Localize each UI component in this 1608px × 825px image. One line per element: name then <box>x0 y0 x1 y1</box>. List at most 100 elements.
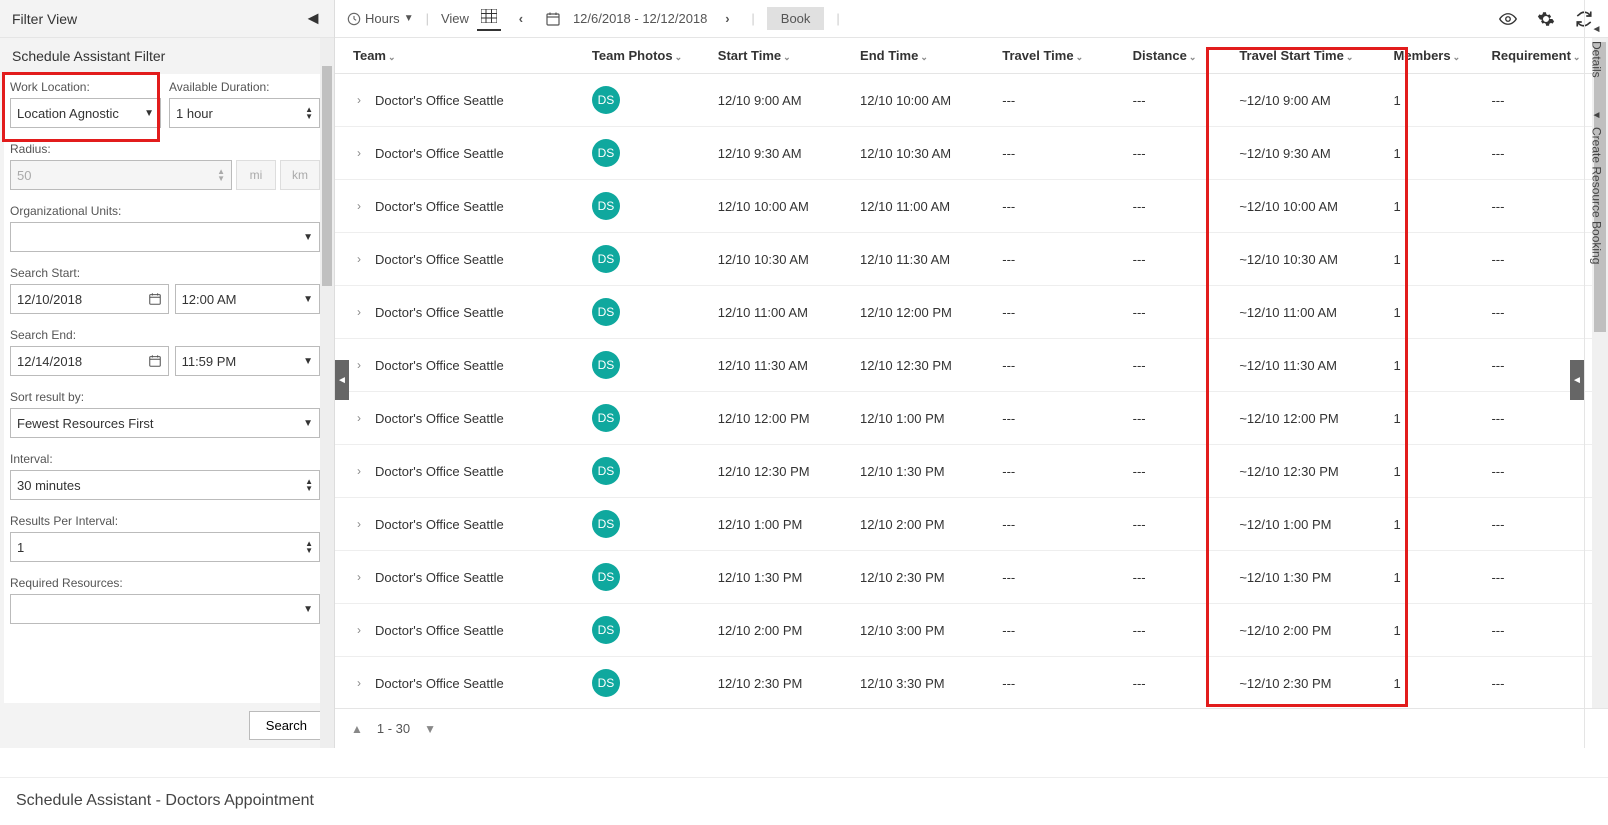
travel-time: --- <box>994 339 1124 392</box>
grid-view-icon[interactable] <box>477 7 501 31</box>
available-duration-value: 1 hour <box>176 106 213 121</box>
stepper-icon: ▲▼ <box>217 168 225 182</box>
search-end-time-select[interactable]: 11:59 PM ▼ <box>175 346 320 376</box>
expand-icon[interactable]: › <box>353 305 365 319</box>
start-time: 12/10 2:30 PM <box>710 657 852 709</box>
scrollbar-thumb[interactable] <box>322 66 332 286</box>
gear-icon[interactable] <box>1534 7 1558 31</box>
interval-label: Interval: <box>10 452 320 466</box>
details-tab[interactable]: ◄ Details <box>1585 0 1608 86</box>
start-time: 12/10 9:00 AM <box>710 74 852 127</box>
next-button[interactable]: › <box>715 7 739 31</box>
col-end[interactable]: End Time⌄ <box>852 38 994 74</box>
col-travel[interactable]: Travel Time⌄ <box>994 38 1124 74</box>
collapse-filter-tab[interactable]: ◄ <box>335 360 349 400</box>
avatar: DS <box>592 563 620 591</box>
prev-button[interactable]: ‹ <box>509 7 533 31</box>
eye-icon[interactable] <box>1496 7 1520 31</box>
create-booking-tab[interactable]: ◄ Create Resource Booking <box>1585 86 1608 272</box>
expand-icon[interactable]: › <box>353 146 365 160</box>
expand-icon[interactable]: › <box>353 676 365 690</box>
table-row[interactable]: ›Doctor's Office Seattle DS 12/10 1:30 P… <box>335 551 1608 604</box>
expand-icon[interactable]: › <box>353 517 365 531</box>
pager-up-icon[interactable]: ▲ <box>351 722 363 736</box>
expand-icon[interactable]: › <box>353 411 365 425</box>
search-start-date-input[interactable]: 12/10/2018 <box>10 284 169 314</box>
table-row[interactable]: ›Doctor's Office Seattle DS 12/10 11:30 … <box>335 339 1608 392</box>
radius-label: Radius: <box>10 142 320 156</box>
calendar-icon <box>148 354 162 368</box>
col-travel-start[interactable]: Travel Start Time⌄ <box>1231 38 1385 74</box>
chevron-down-icon: ▼ <box>303 232 313 243</box>
travel-start-time: ~12/10 12:30 PM <box>1231 445 1385 498</box>
calendar-icon[interactable] <box>541 7 565 31</box>
expand-icon[interactable]: › <box>353 358 365 372</box>
start-time: 12/10 2:00 PM <box>710 604 852 657</box>
distance: --- <box>1125 233 1232 286</box>
sort-by-select[interactable]: Fewest Resources First ▼ <box>10 408 320 438</box>
collapse-left-icon[interactable]: ◄ <box>304 8 322 29</box>
interval-input[interactable]: 30 minutes ▲▼ <box>10 470 320 500</box>
table-row[interactable]: ›Doctor's Office Seattle DS 12/10 11:00 … <box>335 286 1608 339</box>
separator: | <box>832 11 843 26</box>
right-tabs: ◄ Details ◄ Create Resource Booking <box>1584 0 1608 748</box>
end-time: 12/10 3:00 PM <box>852 604 994 657</box>
table-row[interactable]: ›Doctor's Office Seattle DS 12/10 12:30 … <box>335 445 1608 498</box>
expand-icon[interactable]: › <box>353 623 365 637</box>
expand-icon[interactable]: › <box>353 570 365 584</box>
travel-time: --- <box>994 551 1124 604</box>
start-time: 12/10 11:00 AM <box>710 286 852 339</box>
table-row[interactable]: ›Doctor's Office Seattle DS 12/10 9:00 A… <box>335 74 1608 127</box>
col-distance[interactable]: Distance⌄ <box>1125 38 1232 74</box>
end-time: 12/10 1:00 PM <box>852 392 994 445</box>
search-button[interactable]: Search <box>249 711 324 740</box>
content-area: Hours ▼ | View ‹ 12/6/2018 - 12/12/2018 … <box>335 0 1608 748</box>
expand-icon[interactable]: › <box>353 252 365 266</box>
expand-icon[interactable]: › <box>353 464 365 478</box>
distance: --- <box>1125 445 1232 498</box>
org-units-select[interactable]: ▼ <box>10 222 320 252</box>
hours-dropdown[interactable]: Hours ▼ <box>347 11 414 26</box>
interval-value: 30 minutes <box>17 478 81 493</box>
table-row[interactable]: ›Doctor's Office Seattle DS 12/10 9:30 A… <box>335 127 1608 180</box>
distance: --- <box>1125 286 1232 339</box>
separator: | <box>747 11 758 26</box>
members: 1 <box>1386 498 1484 551</box>
col-start[interactable]: Start Time⌄ <box>710 38 852 74</box>
search-start-time-select[interactable]: 12:00 AM ▼ <box>175 284 320 314</box>
required-resources-select[interactable]: ▼ <box>10 594 320 624</box>
members: 1 <box>1386 286 1484 339</box>
filter-body: Work Location: Location Agnostic ▼ Avail… <box>4 74 326 703</box>
team-name: Doctor's Office Seattle <box>375 93 504 108</box>
expand-icon[interactable]: › <box>353 93 365 107</box>
work-location-select[interactable]: Location Agnostic ▼ <box>10 98 161 128</box>
table-row[interactable]: ›Doctor's Office Seattle DS 12/10 10:00 … <box>335 180 1608 233</box>
filter-scrollbar[interactable] <box>320 38 334 748</box>
travel-start-time: ~12/10 2:00 PM <box>1231 604 1385 657</box>
distance: --- <box>1125 180 1232 233</box>
collapse-right-tab[interactable]: ◄ <box>1570 360 1584 400</box>
book-button[interactable]: Book <box>767 7 825 30</box>
available-duration-input[interactable]: 1 hour ▲▼ <box>169 98 320 128</box>
search-end-date-input[interactable]: 12/14/2018 <box>10 346 169 376</box>
table-row[interactable]: ›Doctor's Office Seattle DS 12/10 1:00 P… <box>335 498 1608 551</box>
results-per-interval-input[interactable]: 1 ▲▼ <box>10 532 320 562</box>
pager-down-icon[interactable]: ▼ <box>424 722 436 736</box>
travel-time: --- <box>994 445 1124 498</box>
table-row[interactable]: ›Doctor's Office Seattle DS 12/10 10:30 … <box>335 233 1608 286</box>
available-duration-label: Available Duration: <box>169 80 320 94</box>
travel-start-time: ~12/10 2:30 PM <box>1231 657 1385 709</box>
col-team[interactable]: Team⌄ <box>335 38 584 74</box>
travel-start-time: ~12/10 10:00 AM <box>1231 180 1385 233</box>
travel-time: --- <box>994 604 1124 657</box>
expand-icon[interactable]: › <box>353 199 365 213</box>
end-time: 12/10 11:30 AM <box>852 233 994 286</box>
table-row[interactable]: ›Doctor's Office Seattle DS 12/10 2:30 P… <box>335 657 1608 709</box>
col-members[interactable]: Members⌄ <box>1386 38 1484 74</box>
start-time: 12/10 9:30 AM <box>710 127 852 180</box>
table-row[interactable]: ›Doctor's Office Seattle DS 12/10 2:00 P… <box>335 604 1608 657</box>
col-photos[interactable]: Team Photos⌄ <box>584 38 710 74</box>
travel-time: --- <box>994 74 1124 127</box>
table-row[interactable]: ›Doctor's Office Seattle DS 12/10 12:00 … <box>335 392 1608 445</box>
work-location-label: Work Location: <box>10 80 161 94</box>
